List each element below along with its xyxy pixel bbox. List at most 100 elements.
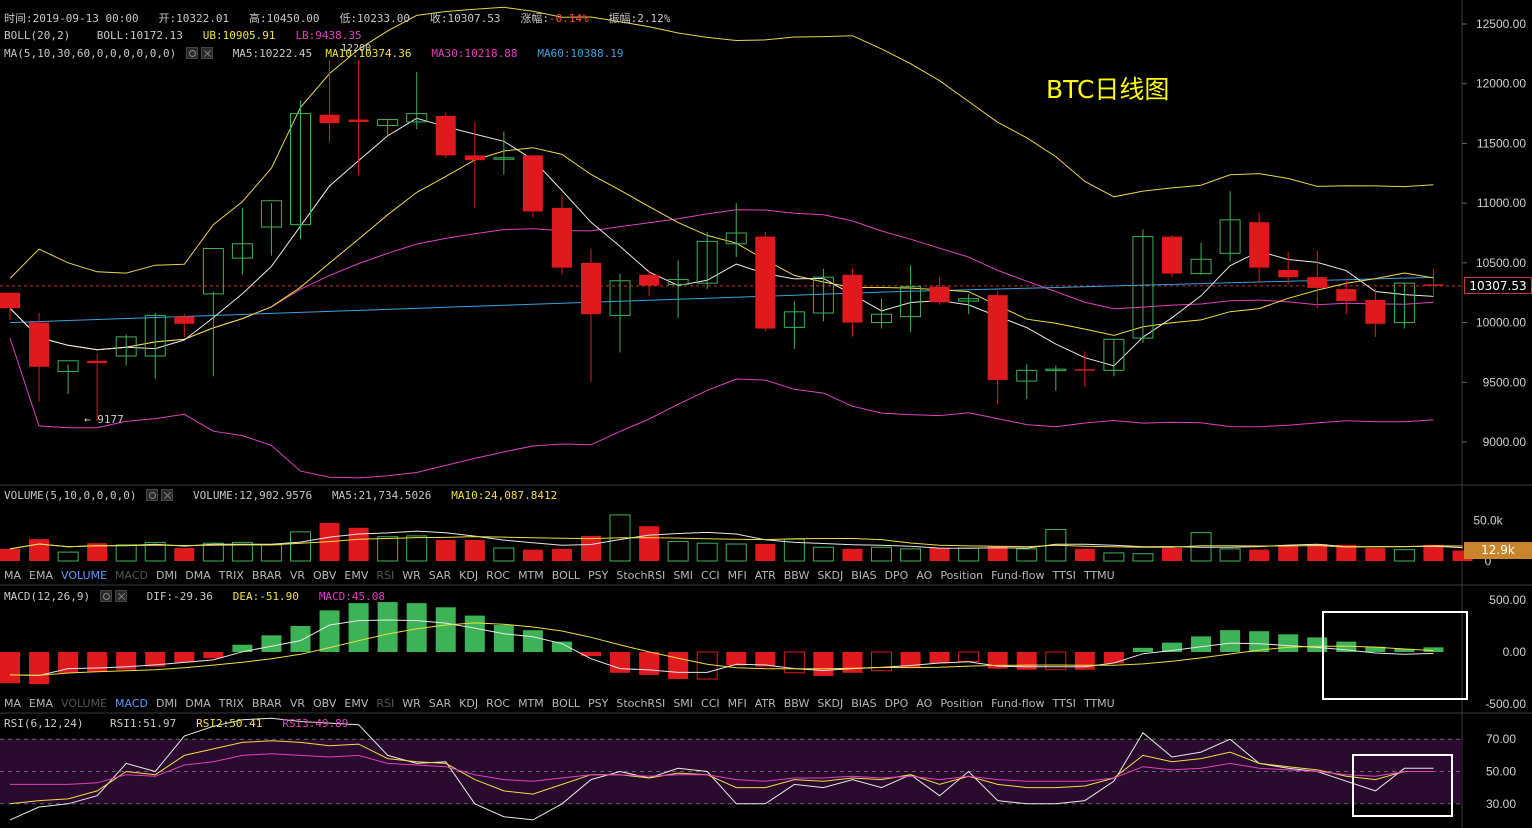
tab-cci[interactable]: CCI [701, 569, 720, 582]
tab-rsi[interactable]: RSI [376, 569, 394, 582]
tab-dma[interactable]: DMA [185, 569, 211, 582]
tab-emv[interactable]: EMV [344, 697, 368, 710]
macd-bar [1103, 652, 1124, 664]
tab-kdj[interactable]: KDJ [459, 697, 478, 710]
tab-ttmu[interactable]: TTMU [1084, 569, 1115, 582]
tab-obv[interactable]: OBV [313, 569, 336, 582]
tab-fund-flow[interactable]: Fund-flow [991, 569, 1044, 582]
volume-name: VOLUME(5,10,0,0,0,0) [4, 489, 137, 502]
volume-bar [493, 547, 515, 562]
tab-ao[interactable]: AO [916, 569, 932, 582]
macd-macd: MACD:45.08 [318, 590, 386, 603]
tab-smi[interactable]: SMI [673, 697, 693, 710]
tab-ao[interactable]: AO [916, 697, 932, 710]
volume-bar [755, 544, 776, 561]
tab-dpo[interactable]: DPO [885, 697, 909, 710]
tab-ttmu[interactable]: TTMU [1084, 697, 1115, 710]
tab-brar[interactable]: BRAR [252, 697, 282, 710]
tab-position[interactable]: Position [940, 697, 983, 710]
tab-rsi[interactable]: RSI [376, 697, 394, 710]
volume-bar [871, 546, 892, 562]
macd-bar [174, 652, 195, 663]
tab-roc[interactable]: ROC [486, 697, 510, 710]
time-label: 时间:2019-09-13 00:00 [4, 12, 139, 25]
tab-bias[interactable]: BIAS [851, 697, 876, 710]
tab-ma[interactable]: MA [4, 569, 21, 582]
tab-skdj[interactable]: SKDJ [817, 569, 843, 582]
tab-position[interactable]: Position [940, 569, 983, 582]
tab-volume[interactable]: VOLUME [61, 697, 107, 710]
tab-macd[interactable]: MACD [115, 697, 148, 710]
candle-body [1307, 277, 1328, 288]
tab-smi[interactable]: SMI [673, 569, 693, 582]
tab-boll[interactable]: BOLL [552, 697, 580, 710]
tab-psy[interactable]: PSY [588, 697, 608, 710]
tab-emv[interactable]: EMV [344, 569, 368, 582]
tab-wr[interactable]: WR [402, 697, 421, 710]
tab-dpo[interactable]: DPO [885, 569, 909, 582]
tab-psy[interactable]: PSY [588, 569, 608, 582]
close-icon[interactable] [114, 590, 127, 602]
tab-bbw[interactable]: BBW [784, 569, 810, 582]
candle-body [1162, 236, 1182, 274]
tab-fund-flow[interactable]: Fund-flow [991, 697, 1044, 710]
tab-atr[interactable]: ATR [755, 569, 776, 582]
y-tick-label: 9000.00 [1483, 435, 1527, 449]
tab-vr[interactable]: VR [290, 697, 305, 710]
tab-wr[interactable]: WR [402, 569, 421, 582]
gear-icon[interactable] [99, 590, 112, 602]
volume-bar [522, 549, 543, 561]
tab-atr[interactable]: ATR [755, 697, 776, 710]
tab-dmi[interactable]: DMI [156, 569, 177, 582]
tab-mfi[interactable]: MFI [728, 569, 747, 582]
macd-dea-line [9, 622, 1434, 676]
tab-trix[interactable]: TRIX [219, 569, 244, 582]
tab-brar[interactable]: BRAR [252, 569, 282, 582]
tab-roc[interactable]: ROC [486, 569, 510, 582]
tab-mtm[interactable]: MTM [518, 697, 544, 710]
macd-bar [610, 652, 631, 673]
boll-lower-line [9, 337, 1434, 479]
tab-cci[interactable]: CCI [701, 697, 720, 710]
volume-bar [29, 539, 50, 561]
tab-dma[interactable]: DMA [185, 697, 211, 710]
tab-sar[interactable]: SAR [429, 569, 451, 582]
change-value: -0.14% [549, 12, 589, 25]
macd-bar [435, 607, 456, 652]
tab-sar[interactable]: SAR [429, 697, 451, 710]
tab-mfi[interactable]: MFI [728, 697, 747, 710]
volume-tag: 12.9k [1464, 541, 1532, 559]
y-tick-label: 12000.00 [1476, 77, 1526, 91]
tab-bias[interactable]: BIAS [851, 569, 876, 582]
tab-macd[interactable]: MACD [115, 569, 148, 582]
gear-icon[interactable] [146, 489, 159, 501]
tab-volume[interactable]: VOLUME [61, 569, 107, 582]
tab-ttsi[interactable]: TTSI [1052, 697, 1075, 710]
tab-trix[interactable]: TRIX [219, 697, 244, 710]
tab-mtm[interactable]: MTM [518, 569, 544, 582]
gear-icon[interactable] [185, 47, 198, 59]
tab-obv[interactable]: OBV [313, 697, 336, 710]
tab-kdj[interactable]: KDJ [459, 569, 478, 582]
tab-ema[interactable]: EMA [29, 697, 53, 710]
tab-ma[interactable]: MA [4, 697, 21, 710]
tab-dmi[interactable]: DMI [156, 697, 177, 710]
tab-ema[interactable]: EMA [29, 569, 53, 582]
tab-bbw[interactable]: BBW [784, 697, 810, 710]
candle-body [435, 115, 456, 156]
macd-dea: DEA:-51.90 [232, 590, 299, 603]
tab-skdj[interactable]: SKDJ [817, 697, 843, 710]
close-icon[interactable] [161, 489, 174, 501]
candle-body [87, 360, 108, 364]
tab-vr[interactable]: VR [290, 569, 305, 582]
volume-bar [900, 548, 922, 562]
macd-bar [58, 652, 79, 673]
volume-bar [1162, 548, 1182, 561]
candle-body [522, 155, 543, 212]
close-icon[interactable] [200, 47, 213, 59]
tab-stochrsi[interactable]: StochRSI [616, 569, 665, 582]
ma60-value: MA60:10388.19 [537, 47, 624, 60]
tab-ttsi[interactable]: TTSI [1052, 569, 1075, 582]
tab-boll[interactable]: BOLL [552, 569, 580, 582]
tab-stochrsi[interactable]: StochRSI [616, 697, 665, 710]
